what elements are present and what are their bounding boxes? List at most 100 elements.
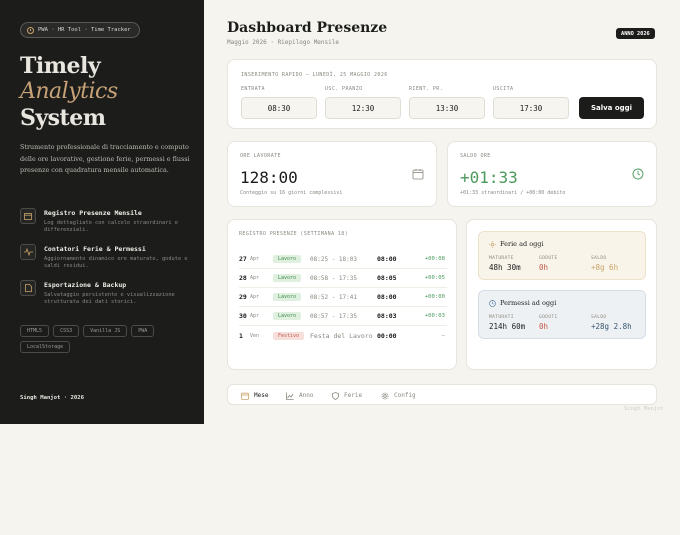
row-hours: 08:00 [377, 255, 397, 263]
permessi-balance-value: +28g 2.8h [591, 322, 632, 331]
row-diff: +00:00 [424, 294, 445, 300]
row-month: Ven [250, 332, 260, 339]
register-heading: REGISTRO PRESENZE (SETTIMANA 18) [239, 231, 349, 237]
app-tag-text: PWA · HR Tool · Time Tracker [38, 27, 131, 33]
nav-item-label: Anno [299, 392, 314, 399]
row-day: 29 [239, 293, 247, 301]
ferie-balance-panel: Ferie ad oggi MATURATE 48h 30m GODUTE 0h… [478, 231, 646, 280]
nav-item-anno[interactable]: Anno [286, 385, 313, 406]
feature-item: Contatori Ferie & Permessi Aggiornamento… [20, 244, 198, 270]
ferie-used-label: GODUTE [539, 256, 558, 261]
work-badge: Lavoro [273, 255, 302, 263]
row-diff: +00:03 [424, 313, 445, 319]
entry-time-input[interactable]: 08:30 [241, 97, 317, 119]
shield-icon [332, 391, 339, 400]
row-hours: 08:03 [377, 312, 397, 320]
exit-time-input[interactable]: 17:30 [493, 97, 569, 119]
lunch-in-time-input[interactable]: 13:30 [409, 97, 485, 119]
permessi-used: GODUTI 0h [539, 315, 558, 331]
clock-icon [632, 168, 644, 180]
row-day: 28 [239, 274, 247, 282]
holiday-row[interactable]: 1 Ven Festivo Festa del Lavoro (P 00:00 … [239, 326, 447, 345]
holiday-badge: Festivo [273, 331, 305, 340]
attendance-register-card: REGISTRO PRESENZE (SETTIMANA 18) 27 Apr … [227, 219, 457, 370]
row-month: Apr [250, 313, 260, 319]
exit-label: USCITA [493, 86, 514, 92]
ferie-title-text: Ferie ad oggi [500, 240, 544, 248]
row-day: 27 [239, 255, 247, 263]
row-day: 1 [239, 331, 243, 340]
tech-tag: PWA [131, 325, 155, 337]
lunch-in-label: RIENT. PR. [409, 86, 444, 92]
ferie-matured-value: 48h 30m [489, 263, 521, 272]
brand-title-line1: Timely [20, 53, 101, 79]
hours-balance-note: +01:33 straordinari / +00:00 debito [460, 190, 566, 196]
author-credit: Singh Manjot · 2026 [20, 395, 84, 401]
feature-title: Contatori Ferie & Permessi [44, 245, 146, 253]
table-row[interactable]: 30 Apr Lavoro 08:57 - 17:35 08:03 +00:03 [239, 307, 447, 326]
ferie-balance-label: SALDO [591, 256, 607, 261]
work-badge: Lavoro [273, 312, 302, 320]
permessi-title-text: Permessi ad oggi [500, 299, 557, 307]
feature-desc: Salvataggio persistente e visualizzazion… [44, 292, 175, 305]
lunch-out-label: USC. PRANZO [325, 86, 363, 92]
worked-hours-label: ORE LAVORATE [240, 153, 281, 159]
table-row[interactable]: 28 Apr Lavoro 08:58 - 17:35 08:05 +00:05 [239, 269, 447, 288]
app-tag-pill: PWA · HR Tool · Time Tracker [20, 22, 140, 38]
clock-icon [27, 26, 34, 34]
work-badge: Lavoro [273, 274, 302, 282]
tech-tags: HTML5 CSS3 Vanilla JS PWA LocalStorage [20, 325, 198, 353]
nav-item-mese[interactable]: Mese [241, 385, 268, 406]
feature-desc: Log dettagliato con calcolo straordinari… [44, 220, 178, 233]
row-times: 08:57 - 17:35 [310, 312, 357, 320]
ferie-matured-label: MATURATE [489, 256, 514, 261]
nav-item-label: Ferie [344, 392, 363, 399]
row-hours: 08:00 [377, 293, 397, 301]
quick-entry-heading: INSERIMENTO RAPIDO — LUNEDÌ, 25 MAGGIO 2… [241, 72, 388, 78]
feature-title: Esportazione & Backup [44, 281, 127, 289]
year-badge[interactable]: ANNO 2026 [616, 28, 655, 39]
feature-item: Registro Presenze Mensile Log dettagliat… [20, 208, 198, 234]
tech-tag: CSS3 [53, 325, 80, 337]
work-badge: Lavoro [273, 293, 302, 301]
entry-field-label: ENTRATA [241, 86, 265, 92]
row-month: Apr [250, 256, 260, 262]
nav-item-label: Config [394, 392, 416, 399]
sidebar-panel: PWA · HR Tool · Time Tracker Timely Anal… [0, 0, 204, 424]
row-hours: 08:05 [377, 274, 397, 282]
row-times: 08:58 - 17:35 [310, 274, 357, 282]
ferie-balance: SALDO +8g 6h [591, 256, 618, 272]
table-row[interactable]: 27 Apr Lavoro 08:25 - 18:03 08:00 +00:08 [239, 250, 447, 269]
nav-item-ferie[interactable]: Ferie [332, 385, 362, 406]
bottom-nav: Mese Anno Ferie Config [227, 384, 657, 405]
lunch-out-time-input[interactable]: 12:30 [325, 97, 401, 119]
permessi-matured-label: MATURATI [489, 315, 514, 320]
quick-entry-card: INSERIMENTO RAPIDO — LUNEDÌ, 25 MAGGIO 2… [227, 59, 657, 129]
row-times: 08:52 - 17:41 [310, 293, 357, 301]
row-month: Apr [250, 275, 260, 281]
calendar-icon [20, 208, 36, 224]
ferie-matured: MATURATE 48h 30m [489, 256, 521, 272]
feature-title: Registro Presenze Mensile [44, 209, 142, 217]
save-today-button[interactable]: Salva oggi [579, 97, 644, 119]
feature-item: Esportazione & Backup Salvataggio persis… [20, 280, 198, 306]
brand-title-line3: System [20, 105, 106, 131]
row-times: 08:25 - 18:03 [310, 255, 357, 263]
row-month: Apr [250, 294, 260, 300]
permessi-title: Permessi ad oggi [489, 299, 556, 307]
holiday-name: Festa del Lavoro (P [310, 331, 377, 340]
permessi-used-label: GODUTI [539, 315, 558, 320]
table-row[interactable]: 29 Apr Lavoro 08:52 - 17:41 08:00 +00:00 [239, 288, 447, 307]
permessi-balance-label: SALDO [591, 315, 607, 320]
permessi-matured: MATURATI 214h 60m [489, 315, 525, 331]
row-diff: +00:05 [424, 275, 445, 281]
calendar-icon [412, 169, 424, 180]
row-diff: +00:08 [424, 256, 445, 262]
entry-field-group: ENTRATA 08:30 [241, 86, 317, 119]
nav-item-config[interactable]: Config [381, 385, 416, 406]
row-day: 30 [239, 312, 247, 320]
sun-icon [489, 240, 496, 248]
tech-tag: Vanilla JS [83, 325, 128, 337]
page-title: Dashboard Presenze [227, 20, 388, 36]
leave-balances-card: Ferie ad oggi MATURATE 48h 30m GODUTE 0h… [466, 219, 657, 370]
